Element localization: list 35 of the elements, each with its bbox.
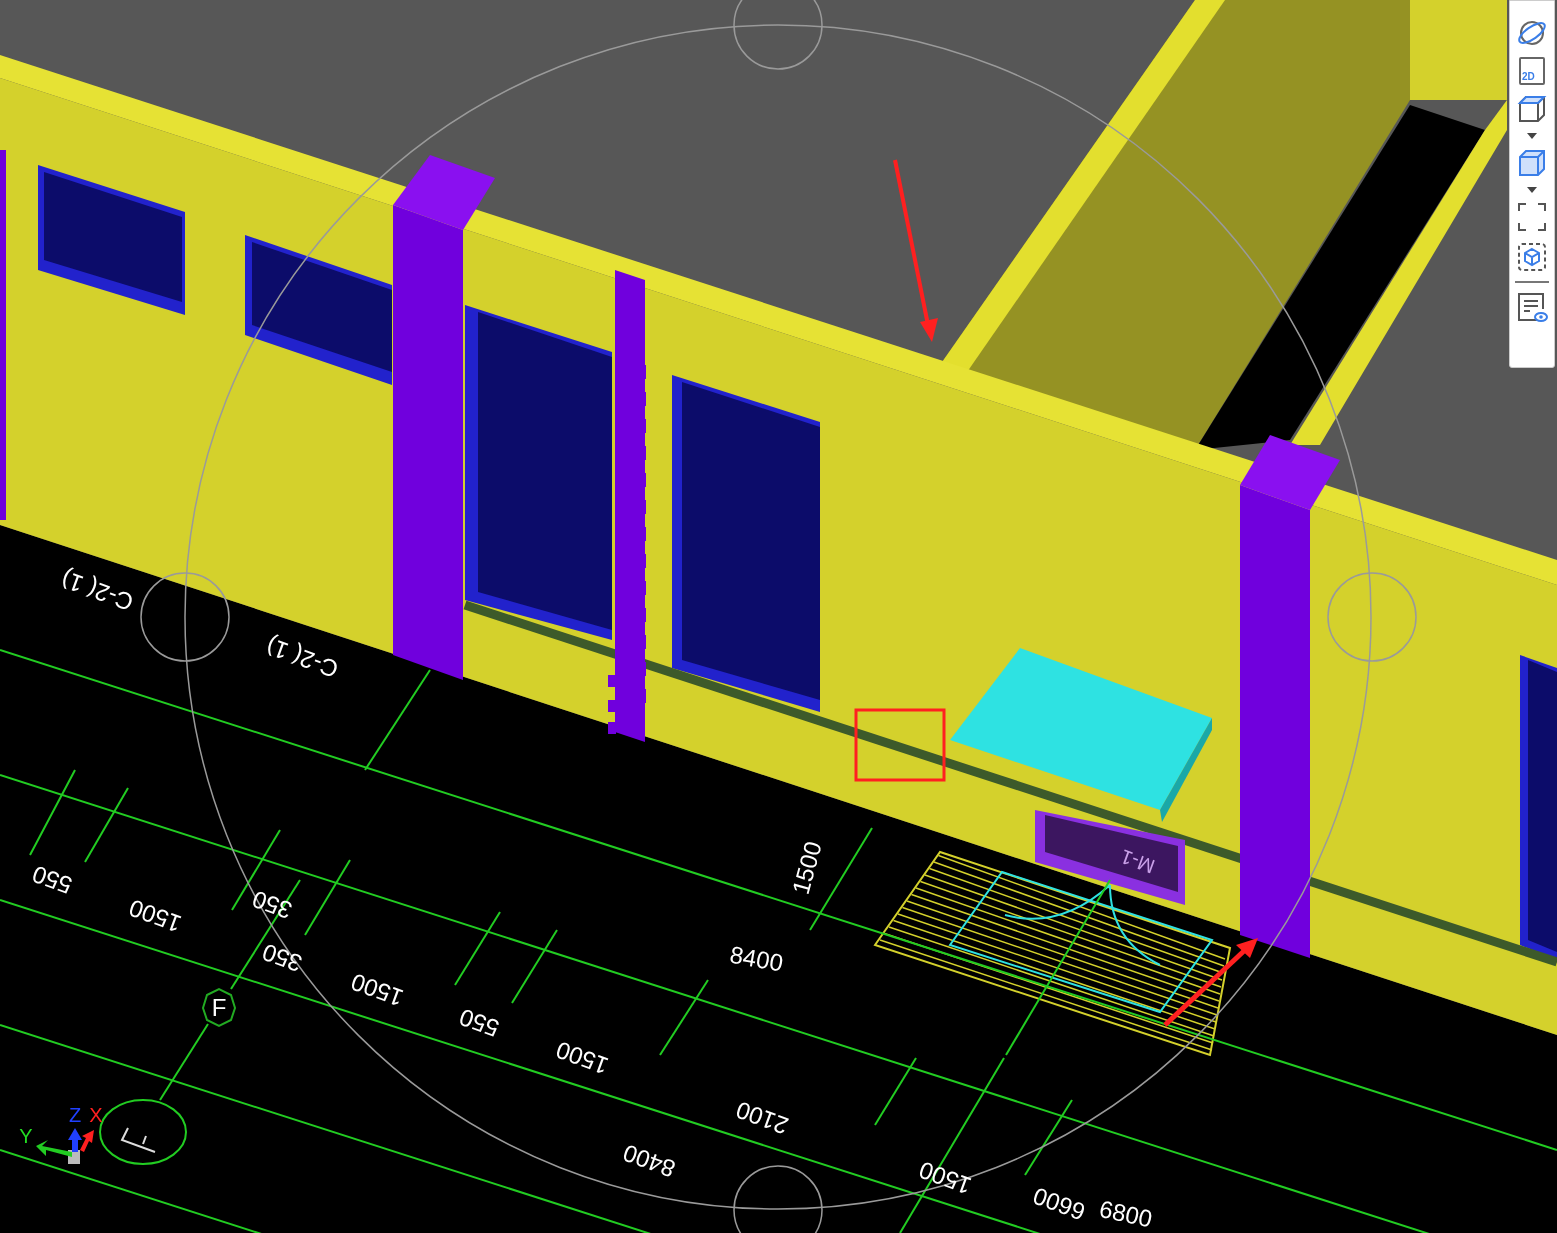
grid-bubble [201, 987, 237, 1028]
dimension-label: 350 [248, 885, 296, 925]
dimension-label: 1500 [125, 894, 185, 938]
dimension-label: 1500 [915, 1156, 975, 1200]
dimension-label: 6800 [1096, 1194, 1155, 1233]
dimension-label: 1500 [552, 1036, 612, 1080]
dimension-label: 550 [28, 860, 76, 900]
view-2d-button[interactable]: 2D [1519, 57, 1545, 85]
dimension-label: 8400 [619, 1139, 679, 1183]
caret-icon[interactable] [1527, 187, 1537, 193]
properties-icon[interactable] [1516, 291, 1548, 323]
axis-label: Y [19, 1125, 33, 1147]
dimension-label: 1500 [786, 838, 827, 898]
wall-label: C-2( 1) [262, 632, 342, 684]
caret-icon[interactable] [1527, 133, 1537, 139]
dimension-label: 350 [258, 938, 306, 978]
wall-label: C-2( 1) [57, 565, 137, 617]
cube-icon[interactable] [1516, 147, 1548, 179]
dimension-label: 8400 [727, 940, 786, 977]
grid-label: F [211, 994, 227, 1021]
dimension-label: 550 [455, 1003, 503, 1043]
cube-icon[interactable] [1516, 93, 1548, 125]
dimension-label: 6600 [1029, 1182, 1089, 1226]
orbit-handle[interactable] [733, 1165, 823, 1233]
dimension-label: 2100 [732, 1096, 792, 1140]
door-label: M-1 [1117, 845, 1158, 878]
cube-icon[interactable] [1516, 241, 1548, 273]
dimension-label: 1500 [347, 968, 407, 1012]
fullscreen-icon[interactable] [1516, 201, 1548, 233]
axis-gizmo-drawing [36, 1128, 94, 1164]
axis-label: X [89, 1104, 103, 1126]
orbit-handle[interactable] [140, 572, 230, 662]
orbit-handle[interactable] [733, 0, 823, 70]
orbit-handle[interactable] [1327, 572, 1417, 662]
axis-label: Z [68, 1104, 82, 1126]
